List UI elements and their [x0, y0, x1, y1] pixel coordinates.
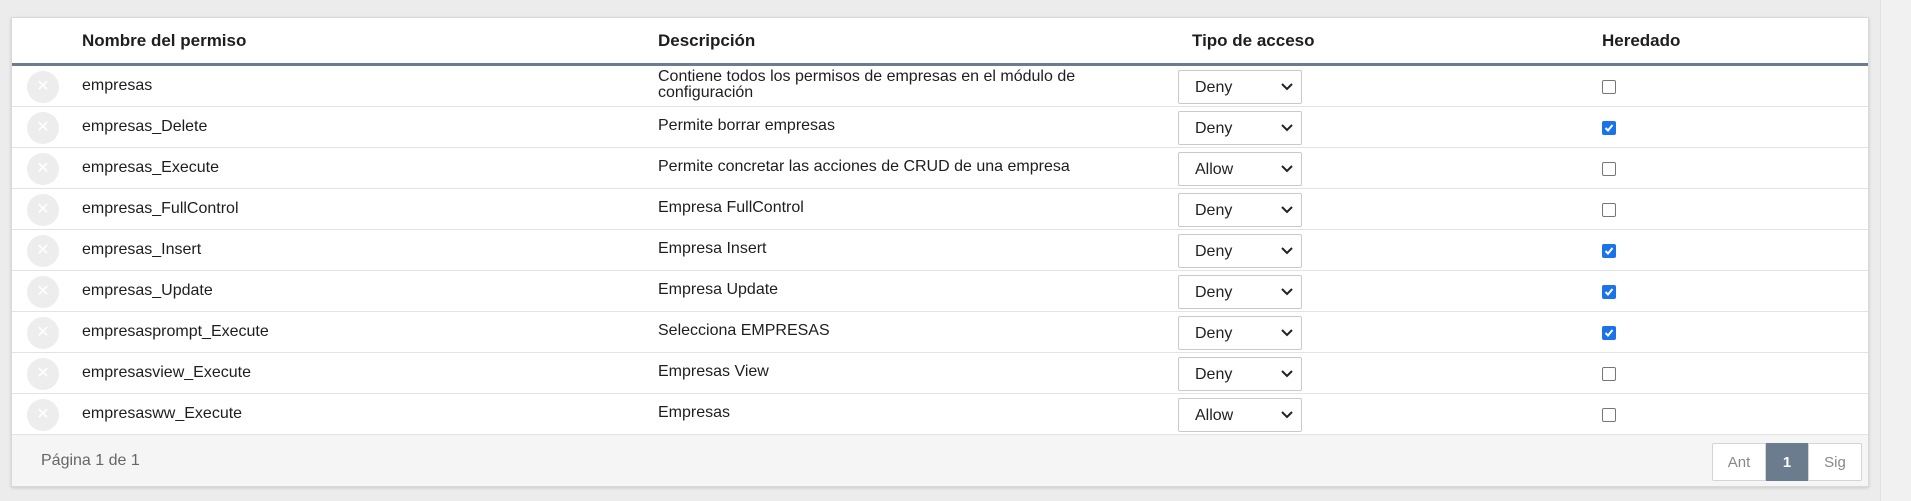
access-type-value: Allow — [1195, 407, 1234, 424]
permission-description: Permite borrar empresas — [658, 117, 835, 134]
chevron-down-icon — [1281, 247, 1293, 255]
access-type-value: Deny — [1195, 202, 1233, 219]
prev-page-button[interactable]: Ant — [1712, 443, 1766, 481]
delete-row-button[interactable]: ✕ — [27, 317, 59, 349]
table-header: Nombre del permiso Descripción Tipo de a… — [12, 18, 1868, 66]
close-icon: ✕ — [36, 201, 50, 218]
chevron-down-icon — [1281, 124, 1293, 132]
close-icon: ✕ — [36, 406, 50, 423]
header-access-type: Tipo de acceso — [1192, 31, 1315, 50]
chevron-down-icon — [1281, 165, 1293, 173]
access-type-select[interactable]: Allow — [1178, 152, 1302, 186]
permission-name: empresas_Update — [82, 282, 213, 299]
table-row: ✕ empresas Contiene todos los permisos de … — [12, 66, 1868, 107]
close-icon: ✕ — [36, 283, 50, 300]
delete-row-button[interactable]: ✕ — [27, 112, 59, 144]
permission-name: empresas — [82, 77, 153, 94]
permission-description: Empresas View — [658, 363, 769, 380]
delete-row-button[interactable]: ✕ — [27, 399, 59, 431]
access-type-select[interactable]: Deny — [1178, 316, 1302, 350]
inherited-checkbox[interactable] — [1602, 326, 1616, 340]
access-type-select[interactable]: Deny — [1178, 193, 1302, 227]
permissions-panel: Nombre del permiso Descripción Tipo de a… — [11, 17, 1869, 487]
permission-description: Empresas — [658, 404, 731, 421]
delete-row-button[interactable]: ✕ — [27, 153, 59, 185]
access-type-select[interactable]: Deny — [1178, 111, 1302, 145]
header-permission-name: Nombre del permiso — [82, 31, 247, 50]
chevron-down-icon — [1281, 411, 1293, 419]
permission-description: Empresa Update — [658, 281, 779, 298]
permission-name: empresas_Execute — [82, 159, 219, 176]
checkmark-icon — [1604, 329, 1614, 337]
checkmark-icon — [1604, 288, 1614, 296]
access-type-select[interactable]: Deny — [1178, 234, 1302, 268]
inherited-checkbox[interactable] — [1602, 285, 1616, 299]
table-row: ✕ empresas_FullControl Empresa FullControl… — [12, 189, 1868, 230]
access-type-value: Allow — [1195, 161, 1234, 178]
close-icon: ✕ — [36, 242, 50, 259]
table-row: ✕ empresas_Insert Empresa Insert Deny — [12, 230, 1868, 271]
delete-row-button[interactable]: ✕ — [27, 358, 59, 390]
permission-description: Permite concretar las acciones de CRUD d… — [658, 158, 1070, 175]
chevron-down-icon — [1281, 206, 1293, 214]
inherited-checkbox[interactable] — [1602, 121, 1616, 135]
close-icon: ✕ — [36, 324, 50, 341]
delete-row-button[interactable]: ✕ — [27, 71, 59, 103]
close-icon: ✕ — [36, 119, 50, 136]
chevron-down-icon — [1281, 370, 1293, 378]
permission-name: empresas_FullControl — [82, 200, 239, 217]
inherited-checkbox[interactable] — [1602, 162, 1616, 176]
header-inherited: Heredado — [1602, 31, 1681, 50]
inherited-checkbox[interactable] — [1602, 408, 1616, 422]
inherited-checkbox[interactable] — [1602, 80, 1616, 94]
permission-name: empresas_Delete — [82, 118, 208, 135]
chevron-down-icon — [1281, 288, 1293, 296]
access-type-value: Deny — [1195, 366, 1233, 383]
table-row: ✕ empresasww_Execute Empresas Allow — [12, 394, 1868, 435]
page-scrollbar[interactable] — [1880, 0, 1911, 501]
inherited-checkbox[interactable] — [1602, 203, 1616, 217]
access-type-select[interactable]: Deny — [1178, 275, 1302, 309]
access-type-value: Deny — [1195, 79, 1233, 96]
close-icon: ✕ — [36, 78, 50, 95]
close-icon: ✕ — [36, 365, 50, 382]
access-type-value: Deny — [1195, 120, 1233, 137]
checkmark-icon — [1604, 247, 1614, 255]
access-type-select[interactable]: Allow — [1178, 398, 1302, 432]
delete-row-button[interactable]: ✕ — [27, 194, 59, 226]
access-type-select[interactable]: Deny — [1178, 70, 1302, 104]
page-info: Página 1 de 1 — [41, 452, 140, 469]
pagination: Ant 1 Sig — [1712, 443, 1862, 481]
permission-name: empresasprompt_Execute — [82, 323, 269, 340]
checkmark-icon — [1604, 124, 1614, 132]
header-description: Descripción — [658, 31, 756, 50]
permission-description: Empresa FullControl — [658, 199, 804, 216]
inherited-checkbox[interactable] — [1602, 367, 1616, 381]
permission-name: empresas_Insert — [82, 241, 202, 258]
current-page-button[interactable]: 1 — [1766, 443, 1808, 481]
next-page-button[interactable]: Sig — [1808, 443, 1862, 481]
table-row: ✕ empresasview_Execute Empresas View Deny — [12, 353, 1868, 394]
permission-name: empresasww_Execute — [82, 405, 243, 422]
access-type-value: Deny — [1195, 284, 1233, 301]
table-row: ✕ empresas_Update Empresa Update Deny — [12, 271, 1868, 312]
close-icon: ✕ — [36, 160, 50, 177]
table-footer: Página 1 de 1 Ant 1 Sig — [12, 434, 1868, 486]
permission-name: empresasview_Execute — [82, 364, 251, 381]
access-type-value: Deny — [1195, 243, 1233, 260]
delete-row-button[interactable]: ✕ — [27, 276, 59, 308]
table-row: ✕ empresas_Delete Permite borrar empresas D… — [12, 107, 1868, 148]
permission-description: Contiene todos los permisos de empresas … — [658, 68, 1076, 101]
access-type-select[interactable]: Deny — [1178, 357, 1302, 391]
table-row: ✕ empresas_Execute Permite concretar las a… — [12, 148, 1868, 189]
inherited-checkbox[interactable] — [1602, 244, 1616, 258]
delete-row-button[interactable]: ✕ — [27, 235, 59, 267]
access-type-value: Deny — [1195, 325, 1233, 342]
permission-description: Selecciona EMPRESAS — [658, 322, 830, 339]
table-row: ✕ empresasprompt_Execute Selecciona EMPRES… — [12, 312, 1868, 353]
permission-description: Empresa Insert — [658, 240, 767, 257]
table-body: ✕ empresas Contiene todos los permisos de … — [12, 66, 1868, 435]
chevron-down-icon — [1281, 329, 1293, 337]
chevron-down-icon — [1281, 83, 1293, 91]
